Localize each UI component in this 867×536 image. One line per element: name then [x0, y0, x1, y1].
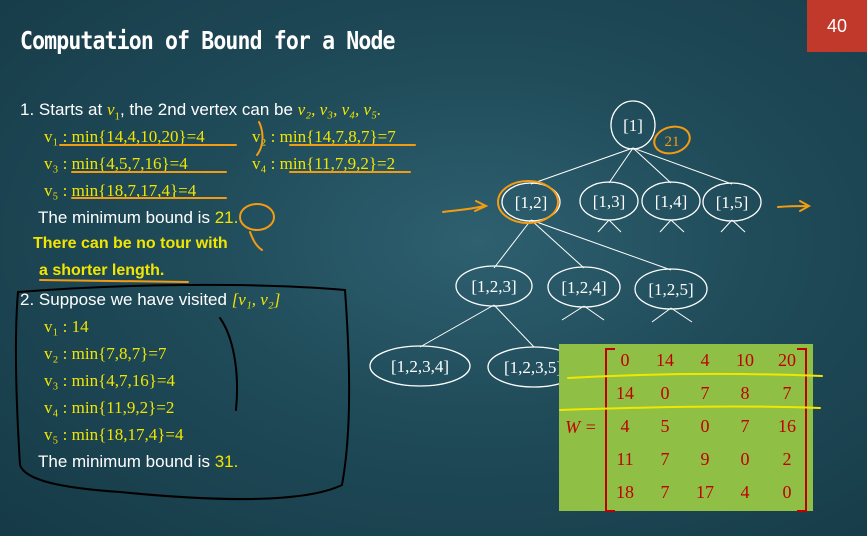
matrix-ink [559, 372, 823, 411]
ink-matrix-underline-2 [559, 405, 821, 411]
ink-matrix-underline-1 [567, 372, 823, 379]
